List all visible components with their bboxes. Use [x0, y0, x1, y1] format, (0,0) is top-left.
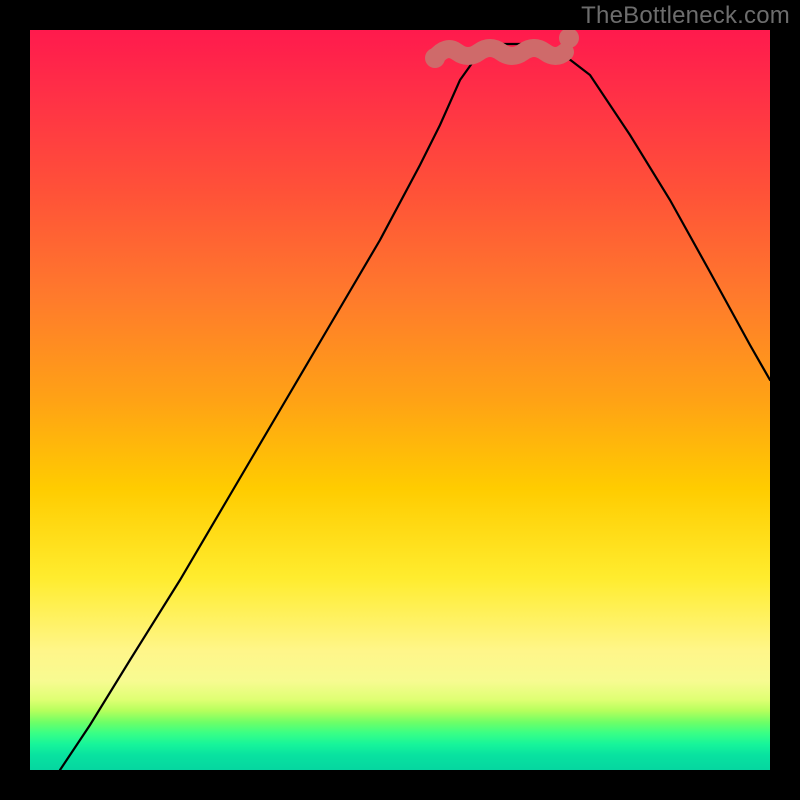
- chart-frame: TheBottleneck.com: [0, 0, 800, 800]
- chart-svg: [30, 30, 770, 770]
- plot-area: [30, 30, 770, 770]
- watermark-text: TheBottleneck.com: [581, 2, 790, 30]
- band-end-left: [425, 48, 445, 68]
- bottleneck-curve: [60, 44, 770, 770]
- bottleneck-flat-band: [435, 48, 565, 58]
